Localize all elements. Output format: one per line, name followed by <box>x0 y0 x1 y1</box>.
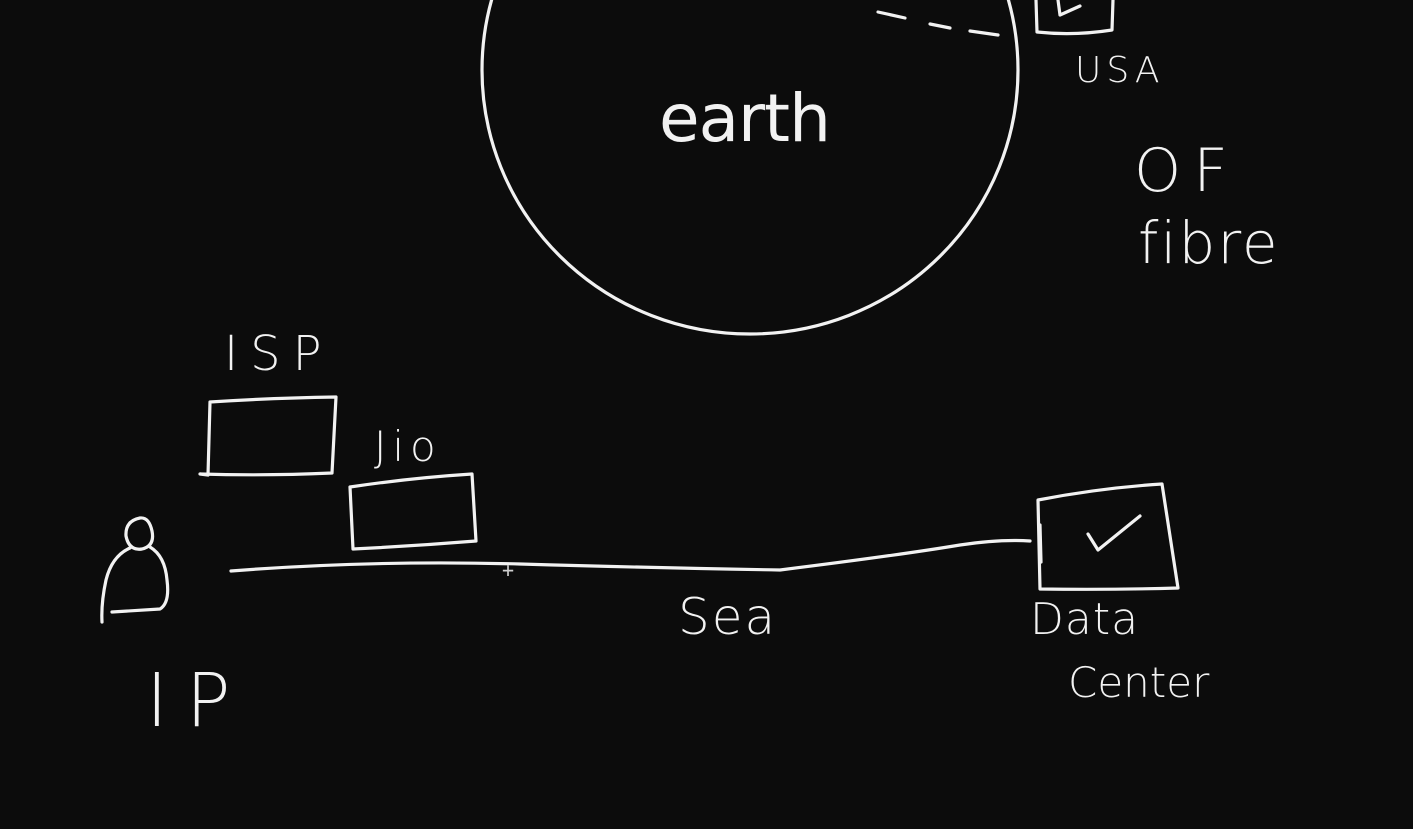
jio-box <box>348 472 478 551</box>
isp-label: ISP <box>224 326 334 382</box>
earth-circle <box>480 0 1020 336</box>
whiteboard-canvas[interactable]: earth USA OF fibre ISP Jio IP Sea Data C… <box>0 0 1413 829</box>
fibre-label: fibre <box>1138 209 1280 277</box>
data-center-edge <box>1038 523 1043 564</box>
crosshair-cursor-icon: + <box>502 558 515 582</box>
user-body <box>100 545 170 624</box>
sea-label: Sea <box>678 588 778 646</box>
user-icon <box>124 516 155 551</box>
of-label: OF <box>1134 136 1240 206</box>
sea-cable <box>229 538 1032 573</box>
usa-server-box <box>1034 0 1115 36</box>
ip-label: IP <box>146 658 249 744</box>
dashed-link <box>876 10 1000 37</box>
earth-label: earth <box>659 80 831 157</box>
usa-label: USA <box>1075 50 1165 91</box>
data-center-box <box>1036 482 1180 591</box>
jio-label: Jio <box>374 422 442 471</box>
data-label: Data <box>1030 594 1140 645</box>
center-label: Center <box>1068 658 1210 707</box>
isp-box <box>198 395 338 477</box>
check-icon <box>1086 514 1142 552</box>
play-icon <box>1056 0 1082 17</box>
